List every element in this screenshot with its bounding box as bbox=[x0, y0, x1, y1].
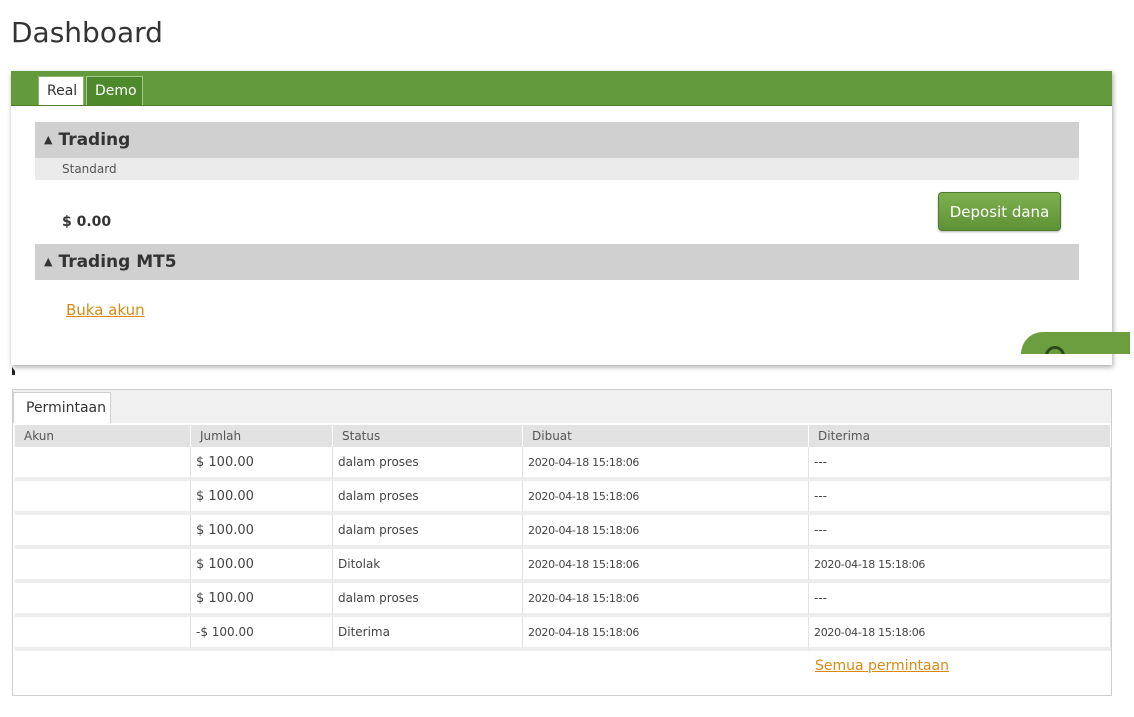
tab-demo[interactable]: Demo bbox=[86, 76, 143, 105]
cell-status: Ditolak bbox=[333, 549, 523, 583]
cell-diterima: --- bbox=[809, 481, 1111, 515]
column-header-akun[interactable]: Akun bbox=[15, 425, 191, 447]
cell-jumlah: $ 100.00 bbox=[191, 583, 333, 617]
cell-dibuat: 2020-04-18 15:18:06 bbox=[523, 549, 809, 583]
cell-akun bbox=[15, 583, 191, 617]
trading-mt5-section-header[interactable]: ▲ Trading MT5 bbox=[35, 244, 1079, 280]
corner-marker bbox=[12, 367, 15, 375]
requests-tab-strip: Permintaan bbox=[13, 390, 1111, 423]
cell-diterima: --- bbox=[809, 515, 1111, 549]
tab-requests[interactable]: Permintaan bbox=[13, 392, 111, 423]
cell-jumlah: $ 100.00 bbox=[191, 515, 333, 549]
cell-status: Diterima bbox=[333, 617, 523, 651]
cell-dibuat: 2020-04-18 15:18:06 bbox=[523, 447, 809, 481]
cell-status: dalam proses bbox=[333, 583, 523, 617]
cell-akun bbox=[15, 617, 191, 651]
requests-panel: Permintaan Akun Jumlah Status Dibuat Dit… bbox=[12, 389, 1112, 696]
column-header-jumlah[interactable]: Jumlah bbox=[191, 425, 333, 447]
table-row: -$ 100.00 Diterima 2020-04-18 15:18:06 2… bbox=[15, 617, 1111, 651]
cell-akun bbox=[15, 447, 191, 481]
table-row: $ 100.00 dalam proses 2020-04-18 15:18:0… bbox=[15, 481, 1111, 515]
cell-dibuat: 2020-04-18 15:18:06 bbox=[523, 481, 809, 515]
cell-dibuat: 2020-04-18 15:18:06 bbox=[523, 583, 809, 617]
table-row: $ 100.00 dalam proses 2020-04-18 15:18:0… bbox=[15, 515, 1111, 549]
triangle-up-icon: ▲ bbox=[44, 255, 53, 268]
cell-dibuat: 2020-04-18 15:18:06 bbox=[523, 515, 809, 549]
cell-status: dalam proses bbox=[333, 481, 523, 515]
table-row: $ 100.00 dalam proses 2020-04-18 15:18:0… bbox=[15, 583, 1111, 617]
open-account-link[interactable]: Buka akun bbox=[66, 301, 145, 319]
cell-diterima: 2020-04-18 15:18:06 bbox=[809, 617, 1111, 651]
cell-diterima: 2020-04-18 15:18:06 bbox=[809, 549, 1111, 583]
chat-button[interactable] bbox=[1021, 332, 1130, 354]
requests-table: Akun Jumlah Status Dibuat Diterima $ 100… bbox=[15, 425, 1111, 651]
account-type-label: Standard bbox=[35, 158, 1079, 180]
chat-icon bbox=[1045, 346, 1065, 354]
deposit-button[interactable]: Deposit dana bbox=[938, 192, 1061, 231]
cell-status: dalam proses bbox=[333, 447, 523, 481]
table-row: $ 100.00 Ditolak 2020-04-18 15:18:06 202… bbox=[15, 549, 1111, 583]
cell-jumlah: $ 100.00 bbox=[191, 549, 333, 583]
trading-mt5-section-title: Trading MT5 bbox=[58, 252, 177, 272]
cell-akun bbox=[15, 549, 191, 583]
trading-section-header[interactable]: ▲ Trading bbox=[35, 122, 1079, 158]
cell-jumlah: $ 100.00 bbox=[191, 447, 333, 481]
cell-diterima: --- bbox=[809, 447, 1111, 481]
all-requests-link[interactable]: Semua permintaan bbox=[815, 658, 949, 674]
tab-real[interactable]: Real bbox=[38, 76, 84, 105]
account-panel: Real Demo ▲ Trading Standard $ 0.00 Depos… bbox=[11, 71, 1112, 365]
cell-diterima: --- bbox=[809, 583, 1111, 617]
table-header-row: Akun Jumlah Status Dibuat Diterima bbox=[15, 425, 1111, 447]
triangle-up-icon: ▲ bbox=[44, 133, 53, 146]
trading-section-title: Trading bbox=[58, 130, 131, 150]
cell-akun bbox=[15, 515, 191, 549]
cell-dibuat: 2020-04-18 15:18:06 bbox=[523, 617, 809, 651]
column-header-dibuat[interactable]: Dibuat bbox=[523, 425, 809, 447]
account-tab-bar: Real Demo bbox=[11, 71, 1112, 106]
column-header-diterima[interactable]: Diterima bbox=[809, 425, 1111, 447]
table-row: $ 100.00 dalam proses 2020-04-18 15:18:0… bbox=[15, 447, 1111, 481]
cell-jumlah: $ 100.00 bbox=[191, 481, 333, 515]
cell-jumlah: -$ 100.00 bbox=[191, 617, 333, 651]
page-title: Dashboard bbox=[11, 16, 163, 49]
cell-status: dalam proses bbox=[333, 515, 523, 549]
column-header-status[interactable]: Status bbox=[333, 425, 523, 447]
cell-akun bbox=[15, 481, 191, 515]
account-balance: $ 0.00 bbox=[62, 214, 112, 230]
